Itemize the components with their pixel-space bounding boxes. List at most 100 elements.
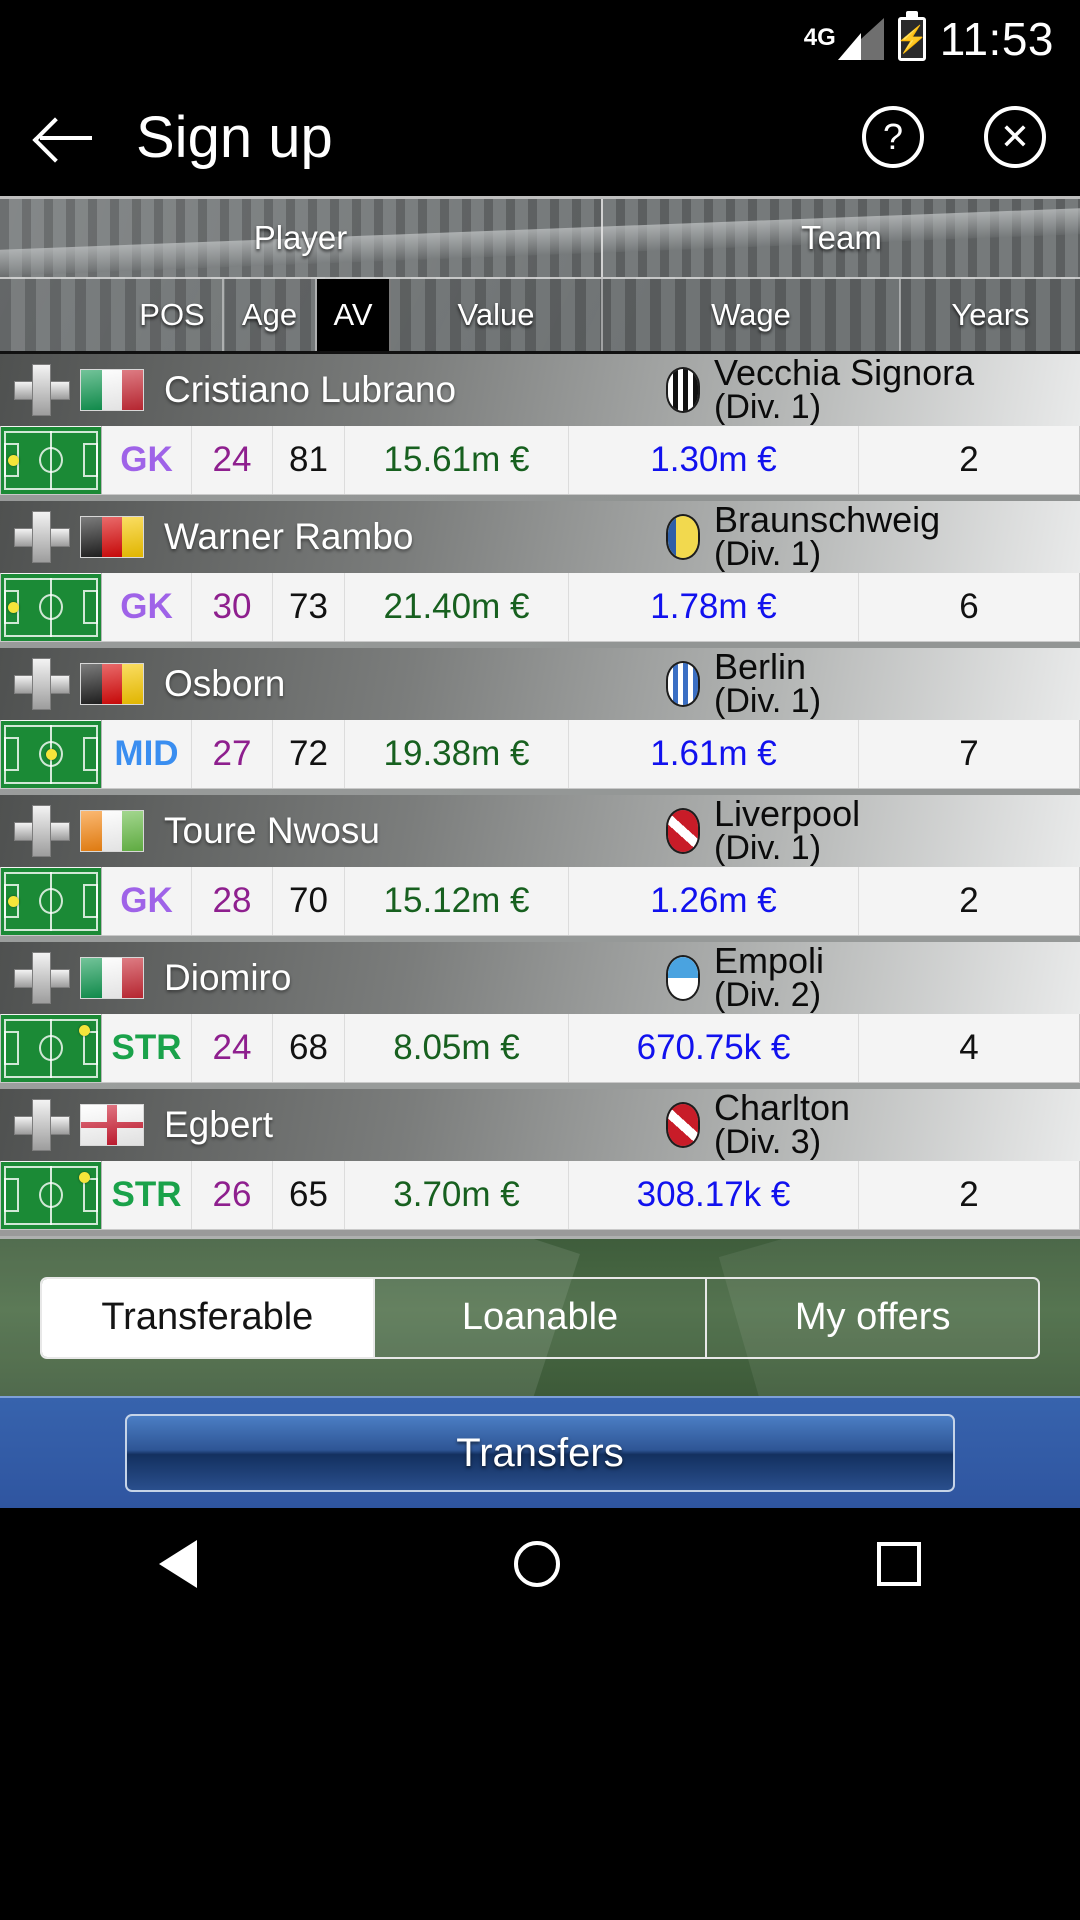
stat-age: 24 [192, 1014, 273, 1082]
filter-tabs: Transferable Loanable My offers [40, 1276, 1040, 1359]
player-card-header[interactable]: Cristiano Lubrano Vecchia Signora (Div. 1) [0, 354, 1080, 426]
stat-years: 2 [959, 881, 979, 920]
network-type-label: 4G [803, 24, 836, 51]
app-bar: Sign up ? ✕ [0, 78, 1080, 196]
team-crest-icon [666, 366, 700, 413]
add-player-icon[interactable] [14, 511, 70, 563]
team-name: Vecchia Signora (Div. 1) [714, 352, 975, 426]
player-card[interactable]: Diomiro Empoli (Div. 2) STR 24 68 8.05m €670.7… [0, 942, 1080, 1083]
position-pitch-icon [1, 426, 102, 494]
team-division: (Div. 1) [714, 534, 822, 573]
team-name: Braunschweig (Div. 1) [714, 499, 941, 573]
nav-back-icon[interactable] [158, 1540, 197, 1588]
player-name: Egbert [164, 1104, 274, 1145]
player-card[interactable]: Egbert Charlton (Div. 3) STR 26 65 3.70m €308.… [0, 1089, 1080, 1230]
player-card-header[interactable]: Diomiro Empoli (Div. 2) [0, 942, 1080, 1014]
tab-transferable[interactable]: Transferable [42, 1278, 375, 1357]
team-block: Liverpool (Div. 1) [660, 793, 1080, 867]
player-stats-row: MID 27 72 19.38m €1.61m € 7 [0, 720, 1080, 789]
player-card[interactable]: Warner Rambo Braunschweig (Div. 1) GK 30 73 21… [0, 501, 1080, 642]
team-division: (Div. 3) [714, 1122, 822, 1161]
stat-position: STR [102, 1161, 192, 1229]
team-division: (Div. 1) [714, 387, 822, 426]
stat-wage: 1.30m € [569, 426, 859, 494]
signal-indicator: 4G [804, 18, 884, 60]
stat-years: 4 [959, 1028, 979, 1067]
filter-tabs-zone: Transferable Loanable My offers [0, 1236, 1080, 1396]
player-stats-row: STR 24 68 8.05m €670.75k € 4 [0, 1014, 1080, 1083]
nav-recents-icon[interactable] [877, 1542, 922, 1586]
stat-years: 2 [959, 1175, 979, 1214]
stat-value: 19.38m € [345, 720, 569, 788]
close-glyph: ✕ [999, 116, 1031, 157]
team-name: Empoli (Div. 2) [714, 940, 825, 1014]
player-card[interactable]: Osborn Berlin (Div. 1) MID 27 72 19.38m €1.61m… [0, 648, 1080, 789]
stat-value: 8.05m € [345, 1014, 569, 1082]
stat-av: 65 [273, 1161, 345, 1229]
help-glyph: ? [882, 116, 904, 157]
team-crest-icon [666, 807, 700, 854]
stat-position: GK [102, 867, 192, 935]
player-name: Warner Rambo [164, 516, 414, 557]
battery-charging-icon: ⚡ [896, 17, 928, 61]
team-crest-icon [666, 954, 700, 1001]
column-header-av[interactable]: AV [317, 279, 391, 351]
column-header-value[interactable]: Value [391, 279, 603, 351]
column-header-years[interactable]: Years [901, 279, 1080, 351]
stat-av: 70 [273, 867, 345, 935]
player-card[interactable]: Toure Nwosu Liverpool (Div. 1) GK 28 70 15.12m… [0, 795, 1080, 936]
back-arrow-icon[interactable] [34, 106, 96, 168]
player-card-header[interactable]: Osborn Berlin (Div. 1) [0, 648, 1080, 720]
position-pitch-icon [1, 1014, 102, 1082]
player-stats-row: GK 28 70 15.12m €1.26m € 2 [0, 867, 1080, 936]
stat-value: 15.61m € [345, 426, 569, 494]
nav-home-icon[interactable] [513, 1541, 560, 1587]
add-player-icon[interactable] [14, 364, 70, 416]
close-circle-icon[interactable]: ✕ [984, 106, 1046, 168]
android-nav-bar [0, 1508, 1080, 1620]
player-card-list: Cristiano Lubrano Vecchia Signora (Div. 1)… [0, 354, 1080, 1230]
tab-loanable[interactable]: Loanable [374, 1278, 708, 1357]
stat-wage: 1.78m € [569, 573, 859, 641]
stat-years: 2 [959, 440, 979, 479]
add-player-icon[interactable] [14, 805, 70, 857]
player-card[interactable]: Cristiano Lubrano Vecchia Signora (Div. 1)… [0, 354, 1080, 495]
team-name: Charlton (Div. 3) [714, 1087, 851, 1161]
team-block: Braunschweig (Div. 1) [660, 499, 1080, 573]
column-header-age[interactable]: Age [224, 279, 317, 351]
team-division: (Div. 1) [714, 681, 822, 720]
player-name: Osborn [164, 663, 286, 704]
tab-my-offers[interactable]: My offers [707, 1278, 1038, 1357]
transfers-button[interactable]: Transfers [125, 1414, 955, 1492]
page-title: Sign up [136, 104, 333, 170]
add-player-icon[interactable] [14, 658, 70, 710]
stat-av: 81 [273, 426, 345, 494]
team-crest-icon [666, 660, 700, 707]
player-stats-row: GK 24 81 15.61m €1.30m € 2 [0, 426, 1080, 495]
add-player-icon[interactable] [14, 1099, 70, 1151]
help-circle-icon[interactable]: ? [862, 106, 924, 168]
signal-bars-icon [837, 18, 884, 60]
team-name: Berlin (Div. 1) [714, 646, 822, 720]
player-card-header[interactable]: Warner Rambo Braunschweig (Div. 1) [0, 501, 1080, 573]
team-crest-icon [666, 513, 700, 560]
table-group-header: Player Team [0, 199, 1080, 277]
transfer-list[interactable]: Player Team POS Age AV Value Wage Years … [0, 196, 1080, 1236]
add-player-icon[interactable] [14, 952, 70, 1004]
column-header-pos[interactable]: POS [122, 279, 224, 351]
player-card-header[interactable]: Toure Nwosu Liverpool (Div. 1) [0, 795, 1080, 867]
column-header-wage[interactable]: Wage [603, 279, 901, 351]
stat-value: 15.12m € [345, 867, 569, 935]
stat-value: 3.70m € [345, 1161, 569, 1229]
nation-flag-icon [80, 1104, 144, 1146]
action-bar: Transfers [0, 1396, 1080, 1508]
stat-position: GK [102, 426, 192, 494]
team-block: Charlton (Div. 3) [660, 1087, 1080, 1161]
player-name: Toure Nwosu [164, 810, 380, 851]
player-card-header[interactable]: Egbert Charlton (Div. 3) [0, 1089, 1080, 1161]
team-name: Liverpool (Div. 1) [714, 793, 861, 867]
player-stats-row: GK 30 73 21.40m €1.78m € 6 [0, 573, 1080, 642]
group-header-player: Player [253, 219, 348, 256]
nation-flag-icon [80, 957, 144, 999]
stat-age: 28 [192, 867, 273, 935]
